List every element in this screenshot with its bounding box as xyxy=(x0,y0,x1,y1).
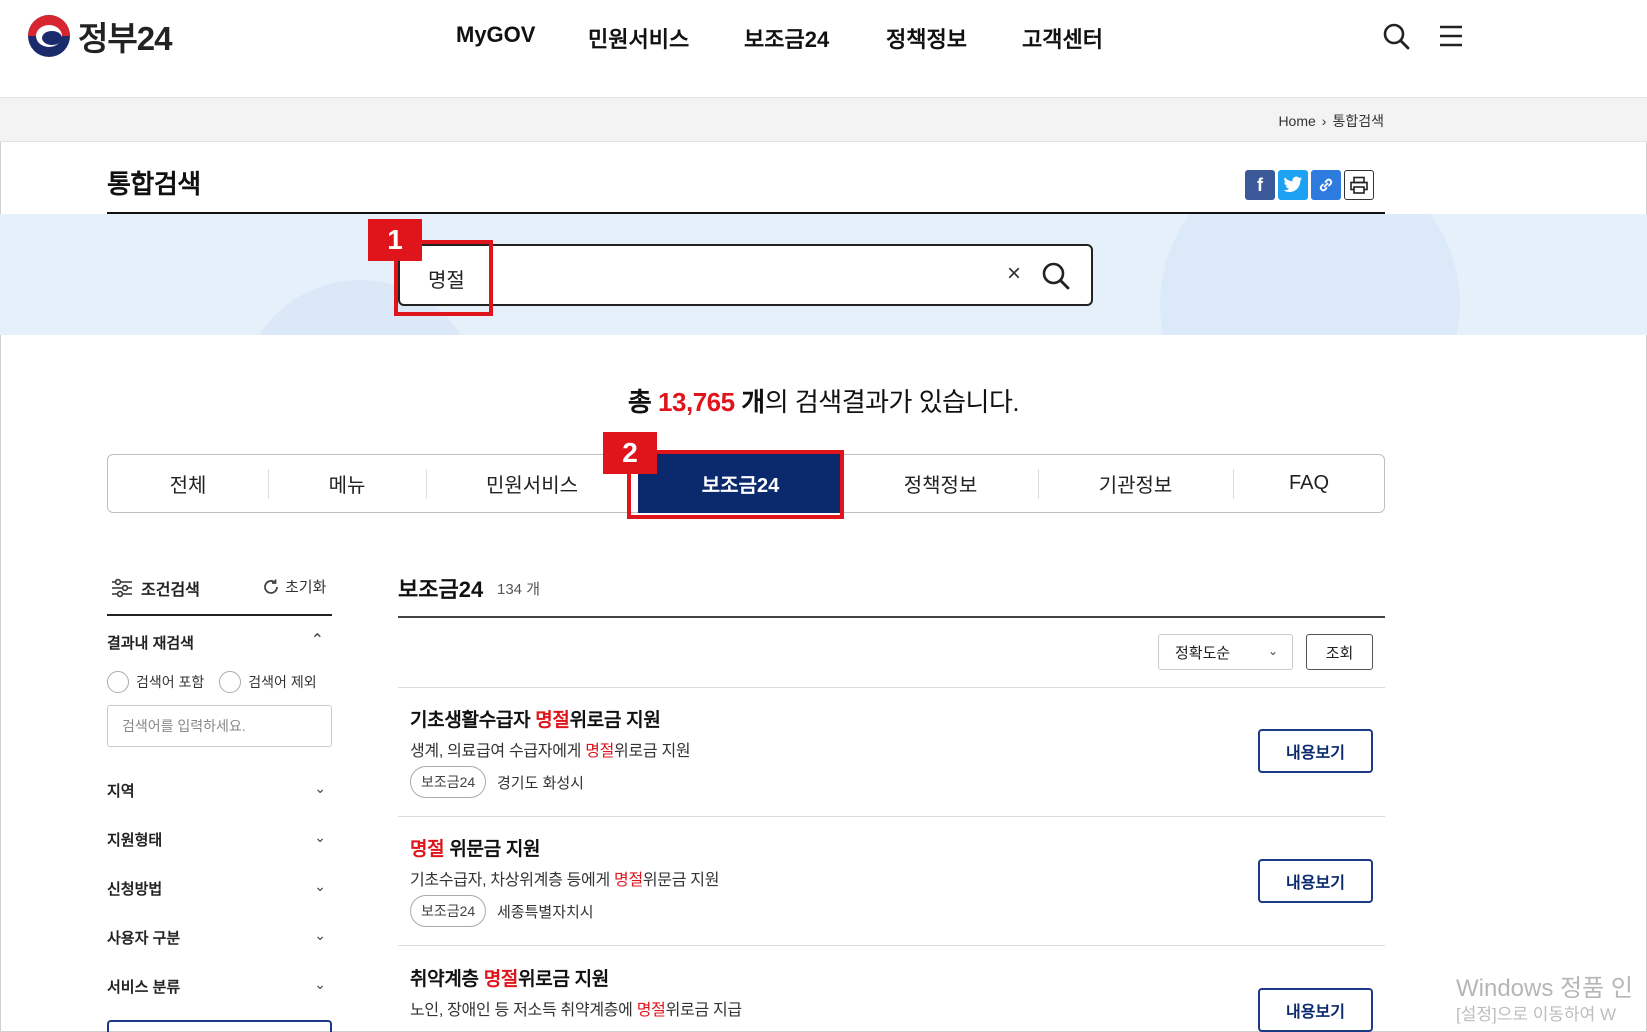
clear-icon[interactable]: × xyxy=(1007,260,1021,288)
list-divider xyxy=(398,816,1385,817)
hamburger-menu-icon[interactable] xyxy=(1437,22,1465,50)
filter-user-type[interactable]: 사용자 구분 ⌄ xyxy=(107,927,332,948)
research-input[interactable]: 검색어를 입력하세요. xyxy=(107,705,332,747)
twitter-icon[interactable] xyxy=(1278,170,1308,200)
exclude-keyword-label: 검색어 제외 xyxy=(248,674,317,690)
result-count-prefix: 총 xyxy=(627,387,659,417)
filter-header: 조건검색 초기화 xyxy=(107,576,332,616)
filter-region[interactable]: 지역 ⌄ xyxy=(107,780,332,801)
result-count-unit: 개 xyxy=(734,387,765,417)
callout-badge-1: 1 xyxy=(368,219,422,261)
result-tag: 보조금24 xyxy=(410,895,487,927)
view-details-button[interactable]: 내용보기 xyxy=(1258,988,1373,1032)
chevron-up-icon[interactable]: ⌃ xyxy=(311,630,324,650)
breadcrumb-home[interactable]: Home xyxy=(1278,113,1315,129)
refresh-icon xyxy=(264,579,278,594)
view-details-button[interactable]: 내용보기 xyxy=(1258,859,1373,903)
result-description: 기초수급자, 차상위계층 등에게 명절위문금 지원 xyxy=(410,872,720,889)
tab-menu[interactable]: 메뉴 xyxy=(268,455,426,512)
chevron-down-icon[interactable]: ⌄ xyxy=(314,829,326,846)
filter-support-type[interactable]: 지원형태 ⌄ xyxy=(107,829,332,850)
breadcrumb-current: 통합검색 xyxy=(1332,113,1384,129)
nav-item-customer-center[interactable]: 고객센터 xyxy=(1022,22,1103,54)
reset-label: 초기화 xyxy=(285,579,327,596)
filter-service-category[interactable]: 서비스 분류 ⌄ xyxy=(107,976,332,997)
filter-support-type-label: 지원형태 xyxy=(107,832,163,849)
windows-activation-subtext: [설정]으로 이동하여 W xyxy=(1456,1005,1617,1024)
filter-user-type-label: 사용자 구분 xyxy=(107,930,181,947)
tab-all[interactable]: 전체 xyxy=(108,455,268,512)
result-description: 노인, 장애인 등 저소득 취약계층에 명절위로금 지급 xyxy=(410,1002,742,1019)
nav-item-subsidy24[interactable]: 보조금24 xyxy=(744,22,829,54)
result-title[interactable]: 취약계층 명절위로금 지원 xyxy=(410,964,609,991)
include-keyword-radio[interactable] xyxy=(107,671,129,693)
sort-submit-button[interactable]: 조회 xyxy=(1306,634,1373,670)
site-header: 정부24 MyGOV 민원서비스 보조금24 정책정보 고객센터 xyxy=(0,0,1647,98)
filter-service-category-label: 서비스 분류 xyxy=(107,979,181,996)
filter-apply-button[interactable] xyxy=(107,1020,332,1032)
condition-search-label: 조건검색 xyxy=(141,582,200,599)
callout-badge-2: 2 xyxy=(603,432,657,474)
result-count-number: 13,765 xyxy=(658,387,735,417)
include-keyword-label: 검색어 포함 xyxy=(136,674,205,690)
chevron-down-icon[interactable]: ⌄ xyxy=(314,976,326,993)
filter-research-header[interactable]: 결과내 재검색 ⌃ xyxy=(107,632,332,653)
print-icon[interactable] xyxy=(1344,170,1374,200)
result-count: 총 13,765 개의 검색결과가 있습니다. xyxy=(0,382,1647,419)
result-tag: 보조금24 xyxy=(410,766,487,798)
chevron-down-icon[interactable]: ⌄ xyxy=(314,878,326,895)
list-divider xyxy=(398,687,1385,688)
tab-agency-info[interactable]: 기관정보 xyxy=(1038,455,1233,512)
filter-region-label: 지역 xyxy=(107,783,135,800)
search-icon[interactable] xyxy=(1382,22,1410,50)
search-box[interactable]: 명절 × xyxy=(398,244,1093,306)
chevron-down-icon[interactable]: ⌄ xyxy=(314,927,326,944)
result-count-suffix: 의 검색결과가 있습니다. xyxy=(764,387,1020,417)
search-submit-icon[interactable] xyxy=(1040,260,1072,292)
reset-button[interactable]: 초기화 xyxy=(262,576,326,597)
view-details-button[interactable]: 내용보기 xyxy=(1258,729,1373,773)
result-title[interactable]: 명절 위문금 지원 xyxy=(410,834,541,861)
nav-item-mygov[interactable]: MyGOV xyxy=(456,22,535,48)
nav-item-policy-info[interactable]: 정책정보 xyxy=(886,22,967,54)
sort-selected: 정확도순 xyxy=(1175,644,1231,662)
windows-activation-watermark: Windows 정품 인 xyxy=(1456,975,1633,1002)
chevron-down-icon[interactable]: ⌄ xyxy=(314,780,326,797)
tab-policy-info[interactable]: 정책정보 xyxy=(843,455,1038,512)
nav-item-civil-service[interactable]: 민원서비스 xyxy=(588,22,689,54)
sort-select[interactable]: 정확도순 ⌄ xyxy=(1158,634,1293,670)
chevron-down-icon: ⌄ xyxy=(1267,644,1278,658)
result-description: 생계, 의료급여 수급자에게 명절위로금 지원 xyxy=(410,743,691,760)
result-region: 경기도 화성시 xyxy=(497,775,584,792)
research-title: 결과내 재검색 xyxy=(107,635,194,652)
section-divider xyxy=(398,616,1385,618)
filter-apply-method[interactable]: 신청방법 ⌄ xyxy=(107,878,332,899)
link-icon[interactable] xyxy=(1311,170,1341,200)
callout-highlight-tab xyxy=(627,450,844,519)
list-divider xyxy=(398,945,1385,946)
share-toolbar: f xyxy=(1245,170,1374,200)
section-title: 보조금24 xyxy=(398,577,484,602)
exclude-keyword-radio[interactable] xyxy=(219,671,242,693)
sliders-icon xyxy=(112,578,132,598)
page-title: 통합검색 xyxy=(107,169,201,199)
breadcrumb: Home › 통합검색 xyxy=(1278,111,1384,131)
section-count: 134 개 xyxy=(497,581,540,598)
result-title[interactable]: 기초생활수급자 명절위로금 지원 xyxy=(410,705,661,732)
research-options: 검색어 포함 검색어 제외 xyxy=(107,671,317,693)
chevron-right-icon: › xyxy=(1321,113,1327,129)
result-region: 세종특별자치시 xyxy=(497,904,594,921)
breadcrumb-bar: Home › 통합검색 xyxy=(0,98,1647,142)
tab-faq[interactable]: FAQ xyxy=(1233,455,1385,512)
filter-apply-method-label: 신청방법 xyxy=(107,881,163,898)
facebook-icon[interactable]: f xyxy=(1245,170,1275,200)
